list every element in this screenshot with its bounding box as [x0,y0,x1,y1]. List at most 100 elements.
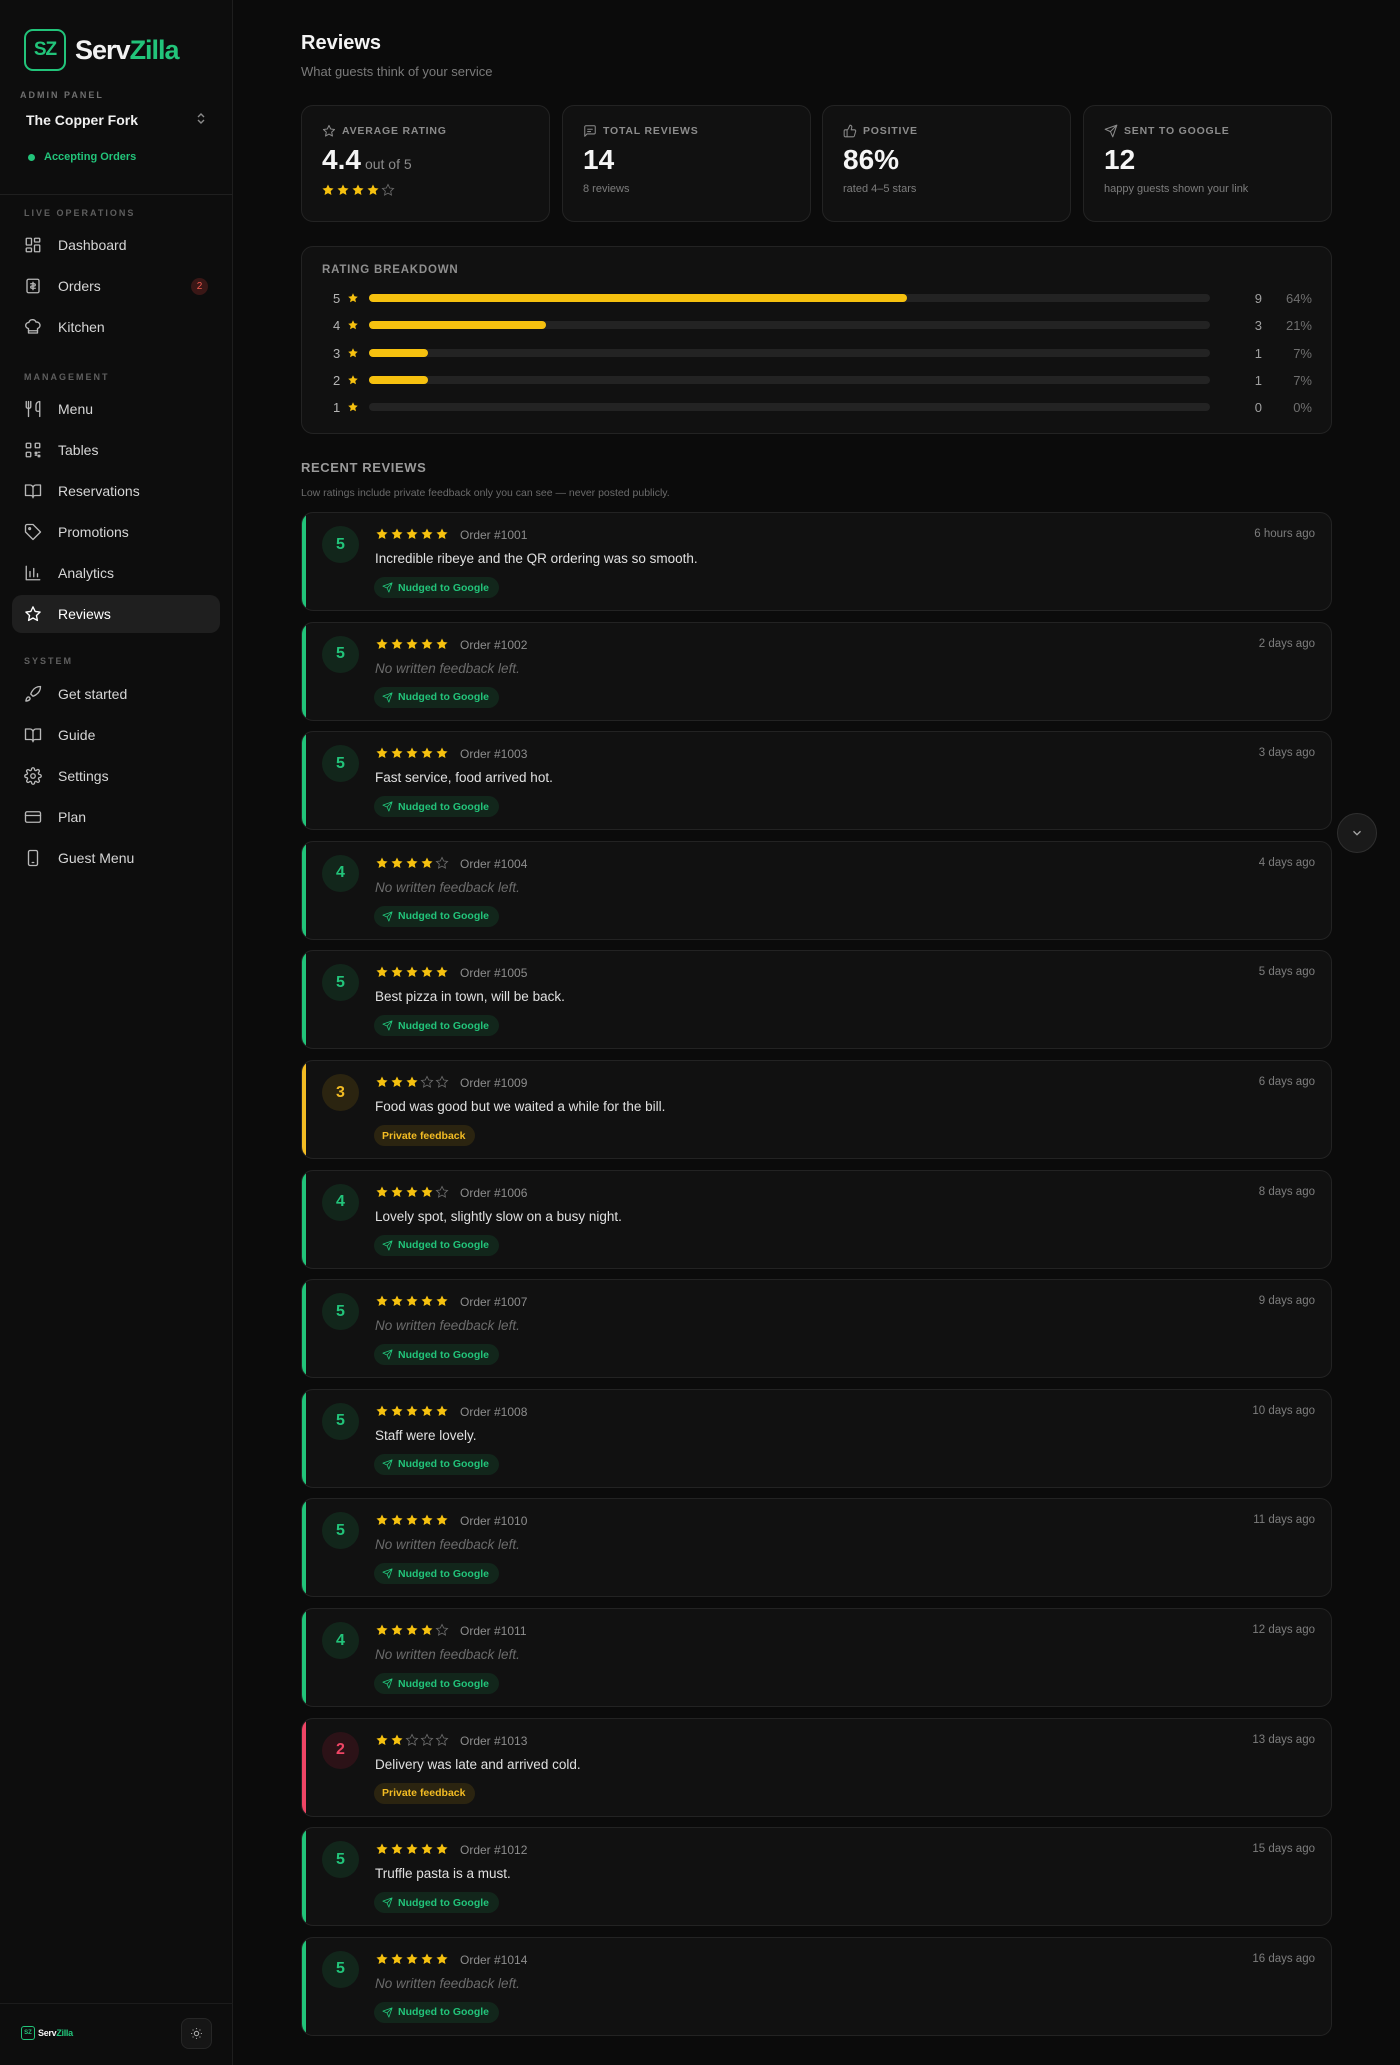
review-stars [375,1185,450,1199]
breakdown-count: 0 [1254,400,1262,416]
section-label-management: MANAGEMENT [24,372,110,382]
review-stars [375,856,450,870]
star-filled-icon [376,1405,388,1416]
sidebar-item-promotions[interactable]: Promotions [12,513,220,551]
breakdown-bar-fill [369,348,428,357]
send-icon [382,911,393,922]
nudged-to-google-badge: Nudged to Google [374,1234,499,1256]
review-card[interactable]: 5 Order #1008 10 days ago Staff were lovely… [301,1388,1332,1488]
review-accent-bar [302,1828,306,1926]
breakdown-bar-fill [369,321,546,330]
review-card[interactable]: 5 Order #1014 16 days ago No written feedba… [301,1936,1332,2036]
sidebar-item-get-started[interactable]: Get started [12,675,220,713]
restaurant-switcher[interactable]: The Copper Fork [26,112,206,128]
review-card[interactable]: 5 Order #1010 11 days ago No written feedba… [301,1498,1332,1598]
scroll-down-button[interactable] [1337,813,1377,853]
review-card[interactable]: 4 Order #1004 4 days ago No written feedbac… [301,840,1332,940]
sidebar-item-guide[interactable]: Guide [12,716,220,754]
message-icon [584,125,596,137]
sidebar-item-label: Reviews [58,606,111,622]
sidebar-item-label: Kitchen [58,319,105,335]
star-filled-icon [421,1953,433,1964]
review-timestamp: 6 days ago [1258,1076,1315,1088]
brand-logo[interactable]: SZ ServZilla [24,29,180,71]
star-filled-icon [436,528,448,540]
review-timestamp: 6 hours ago [1254,528,1315,540]
review-tag-label: Nudged to Google [398,800,489,813]
review-text: No written feedback left. [375,660,520,676]
send-icon [382,1240,393,1251]
sent-to-google-card: SENT TO GOOGLE 12 happy guests shown your … [1083,105,1332,222]
sidebar-item-dashboard[interactable]: Dashboard [12,226,220,264]
star-filled-icon [376,747,388,759]
review-accent-bar [302,1061,306,1158]
review-order-number: Order #1002 [460,637,528,652]
star-filled-icon [436,747,448,759]
stat-label: AVERAGE RATING [342,125,447,137]
chef-hat-icon [25,319,41,334]
sidebar-item-menu[interactable]: Menu [12,390,220,428]
book-icon [24,728,42,743]
star-filled-icon [376,1953,388,1964]
review-card[interactable]: 5 Order #1007 9 days ago No written feedbac… [301,1279,1332,1379]
sidebar-item-settings[interactable]: Settings [12,757,220,795]
review-card[interactable]: 5 Order #1012 15 days ago Truffle pasta is … [301,1827,1332,1927]
star-filled-icon [391,1734,403,1745]
stat-value-number: 86% [843,144,900,175]
average-rating-card: AVERAGE RATING 4.4 out of 5 [301,105,550,222]
star-filled-icon [436,1295,448,1307]
sidebar-item-kitchen[interactable]: Kitchen [12,308,220,346]
nudged-to-google-badge: Nudged to Google [374,1673,499,1694]
sidebar-item-guest-menu[interactable]: Guest Menu [12,839,220,877]
review-card[interactable]: 4 Order #1006 8 days ago Lovely spot, sligh… [301,1169,1332,1269]
sidebar-item-label: Guide [58,727,96,743]
star-filled-icon [352,184,364,196]
star-filled-icon [406,1843,418,1855]
review-timestamp: 8 days ago [1258,1185,1315,1198]
breakdown-star-number: 1 [333,400,341,416]
sidebar-item-label: Dashboard [58,237,127,253]
star-filled-icon [367,184,379,196]
review-card[interactable]: 2 Order #1013 13 days ago Delivery was late… [301,1717,1332,1817]
review-order-number: Order #1001 [460,528,528,542]
book-open-icon [24,484,42,499]
recent-reviews-note: Low ratings include private feedback onl… [301,487,670,499]
review-rating-circle: 5 [322,635,359,673]
review-tag-label: Private feedback [382,1129,466,1142]
sidebar-item-plan[interactable]: Plan [12,798,220,836]
review-timestamp: 12 days ago [1252,1624,1315,1636]
sidebar-item-reviews[interactable]: Reviews [12,595,220,633]
theme-toggle-button[interactable] [181,2018,212,2049]
review-card[interactable]: 3 Order #1009 6 days ago Food was good but … [301,1060,1332,1159]
review-tag-label: Nudged to Google [398,1239,489,1252]
review-accent-bar [302,732,306,830]
review-rating-circle: 5 [322,526,359,563]
review-text: Lovely spot, slightly slow on a busy nig… [375,1208,622,1224]
star-filled-icon [406,857,418,868]
review-card[interactable]: 5 Order #1003 3 days ago Fast service, food… [301,731,1332,831]
send-icon [382,1349,393,1360]
sidebar-item-label: Orders [58,278,101,294]
sidebar-item-analytics[interactable]: Analytics [12,554,220,592]
thumbs-up-icon [843,124,857,138]
breakdown-row-5: 5 9 64% [322,290,1312,306]
review-card[interactable]: 5 Order #1002 2 days ago No written feedbac… [301,621,1332,721]
mini-logo-text: ServZilla [38,2028,73,2038]
star-filled-icon [436,1405,448,1416]
rating-breakdown-card: RATING BREAKDOWN 5 9 64% 4 3 21% 3 1 7% 2 1 7% 1 0 0% [301,246,1332,434]
chevron-updown-icon [196,112,206,128]
send-icon [382,582,393,593]
breakdown-star-number: 2 [333,372,341,388]
review-card[interactable]: 5 Order #1005 5 days ago Best pizza in town… [301,950,1332,1050]
sidebar-item-orders[interactable]: Orders 2 [12,267,220,305]
nudged-to-google-badge: Nudged to Google [374,1344,499,1366]
stat-subtext: happy guests shown your link [1104,183,1249,195]
star-filled-icon [391,1076,403,1088]
sidebar-item-reservations[interactable]: Reservations [12,472,220,510]
review-card[interactable]: 5 Order #1001 6 hours ago Incredible ribeye… [301,512,1332,611]
star-filled-icon [406,1953,418,1964]
review-card[interactable]: 4 Order #1011 12 days ago No written feedba… [301,1608,1332,1707]
section-label-live: LIVE OPERATIONS [24,208,136,218]
sidebar-item-tables[interactable]: Tables [12,431,220,469]
review-timestamp: 2 days ago [1258,637,1315,650]
